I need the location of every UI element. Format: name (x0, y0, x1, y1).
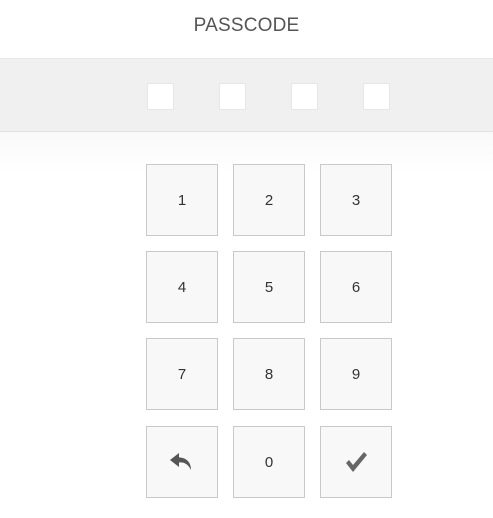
passcode-digit-slot-4 (363, 83, 390, 110)
keypad-key-2[interactable]: 2 (233, 164, 305, 236)
passcode-indicator-bar (0, 58, 493, 132)
keypad-key-6[interactable]: 6 (320, 251, 392, 323)
keypad-key-7[interactable]: 7 (146, 338, 218, 410)
undo-button[interactable] (146, 426, 218, 498)
keypad-key-9[interactable]: 9 (320, 338, 392, 410)
undo-arrow-icon (169, 451, 195, 473)
confirm-button[interactable] (320, 426, 392, 498)
keypad-key-0[interactable]: 0 (233, 426, 305, 498)
passcode-digit-slot-1 (147, 83, 174, 110)
checkmark-icon (344, 451, 368, 473)
passcode-digit-slot-2 (219, 83, 246, 110)
keypad: 1 2 3 4 5 6 7 8 9 0 (0, 132, 493, 518)
keypad-key-8[interactable]: 8 (233, 338, 305, 410)
keypad-key-4[interactable]: 4 (146, 251, 218, 323)
passcode-digit-slot-3 (291, 83, 318, 110)
passcode-screen: PASSCODE 1 2 3 4 5 6 7 8 9 0 (0, 0, 493, 518)
page-title: PASSCODE (193, 15, 300, 36)
keypad-key-1[interactable]: 1 (146, 164, 218, 236)
keypad-key-5[interactable]: 5 (233, 251, 305, 323)
keypad-key-3[interactable]: 3 (320, 164, 392, 236)
